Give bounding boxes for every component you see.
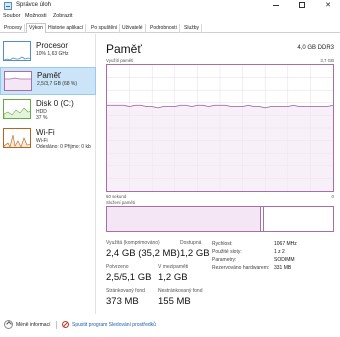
- stat-cached-value: 1,2 GB: [158, 272, 188, 283]
- minimize-icon: [273, 4, 279, 6]
- stat-nonpaged-pool-value: 155 MB: [158, 296, 191, 307]
- sidebar-title-disk: Disk 0 (C:): [36, 99, 74, 108]
- menu-view[interactable]: Zobrazit: [53, 13, 72, 19]
- stat-in-use-label: Využitá (komprimováno): [106, 240, 160, 246]
- sidebar-item-memory[interactable]: Paměť 2,5/3,7 GB (68 %): [0, 67, 96, 95]
- cpu-graph-icon: [3, 41, 31, 61]
- memory-capacity: 4,0 GB DDR3: [297, 45, 334, 51]
- sidebar-sub-memory: 2,5/3,7 GB (68 %): [37, 81, 78, 87]
- minimize-button[interactable]: [266, 0, 286, 12]
- tab-processes[interactable]: Procesy: [2, 24, 26, 33]
- memory-composition-label: Složení paměti: [106, 200, 136, 205]
- memory-composition-modified: [262, 207, 264, 231]
- sidebar-item-cpu[interactable]: Procesor 10% 1,63 GHz: [0, 38, 96, 66]
- prop-form-factor-key: Parametry:: [212, 257, 237, 263]
- menu-bar: Soubor Možnosti Zobrazit: [0, 12, 340, 22]
- stat-paged-pool-value: 373 MB: [106, 296, 139, 307]
- close-icon: ✕: [325, 2, 331, 9]
- memory-usage-chart: [107, 65, 334, 191]
- maximize-button[interactable]: [292, 0, 312, 12]
- prop-form-factor-value: SODIMM: [274, 257, 295, 263]
- tab-bar: Procesy Výkon Historie aplikací Po spušt…: [0, 22, 340, 33]
- stat-committed-value: 2,5/5,1 GB: [106, 272, 152, 283]
- tab-app-history[interactable]: Historie aplikací: [46, 24, 87, 33]
- prop-slots-value: 1 z 2: [274, 249, 285, 255]
- tab-details[interactable]: Podrobnosti: [148, 24, 180, 33]
- tab-performance[interactable]: Výkon: [26, 23, 46, 33]
- sidebar-title-wifi: Wi-Fi: [36, 128, 55, 137]
- stat-available-label: Dostupná: [180, 240, 202, 246]
- sidebar-title-cpu: Procesor: [36, 41, 69, 50]
- stat-cached-label: V mezipaměti: [158, 264, 189, 270]
- memory-thumb-graph: [5, 77, 31, 90]
- prop-speed-value: 1067 MHz: [274, 241, 297, 247]
- sidebar-title-memory: Paměť: [37, 71, 61, 80]
- close-button[interactable]: ✕: [318, 0, 338, 12]
- tab-services[interactable]: Služby: [182, 24, 203, 33]
- memory-composition-bar: [106, 206, 334, 232]
- resource-monitor-icon: [62, 321, 69, 328]
- prop-hardware-reserved-value: 331 MB: [274, 265, 292, 271]
- disk-graph-icon: [3, 99, 31, 119]
- chevron-up-icon[interactable]: [4, 320, 13, 329]
- network-graph-icon: [3, 128, 31, 148]
- sidebar-item-wifi[interactable]: Wi-Fi Wi-Fi Odesláno: 0 Přijmo: 0 kb: [0, 125, 96, 153]
- stat-nonpaged-pool-label: Nestránkovaný fond: [158, 288, 203, 294]
- performance-sidebar: Procesor 10% 1,63 GHz Paměť 2,5/3,7 GB (…: [0, 34, 96, 314]
- cpu-thumb-graph: [4, 56, 30, 60]
- window-title: Správce úloh: [16, 2, 52, 8]
- sidebar-sub-cpu: 10% 1,63 GHz: [36, 51, 69, 57]
- stat-committed-label: Potvrzeno: [106, 264, 129, 270]
- fewer-details-link[interactable]: Méně informací: [16, 322, 50, 328]
- memory-graph-icon: [4, 71, 32, 91]
- footer: Méně informací Spustit program Sledování…: [0, 318, 340, 334]
- menu-options[interactable]: Možnosti: [25, 13, 47, 19]
- tab-startup[interactable]: Po spuštění: [89, 24, 121, 33]
- footer-divider: [56, 321, 57, 329]
- memory-details-panel: Paměť 4,0 GB DDR3 Využití paměti 3,7 GB …: [104, 34, 340, 314]
- memory-usage-area: [107, 105, 333, 191]
- menu-file[interactable]: Soubor: [3, 13, 20, 19]
- page-title: Paměť: [106, 42, 142, 56]
- prop-speed-key: Rychlost:: [212, 241, 233, 247]
- prop-slots-key: Použité sloty:: [212, 249, 242, 255]
- stat-available-value: 1,2 GB: [180, 248, 210, 259]
- memory-usage-label: Využití paměti: [106, 58, 134, 63]
- resource-monitor-link[interactable]: Spustit program Sledování prostředků: [72, 322, 156, 328]
- memory-composition-in-use: [107, 207, 261, 231]
- tab-users[interactable]: Uživatelé: [120, 24, 146, 33]
- title-bar: Správce úloh ✕: [0, 0, 340, 12]
- sidebar-item-disk[interactable]: Disk 0 (C:) HDD 37 %: [0, 96, 96, 124]
- maximize-icon: [299, 2, 305, 9]
- stat-in-use-value: 2,4 GB (35,2 MB): [106, 248, 180, 259]
- sidebar-sub-wifi-throughput: Odesláno: 0 Přijmo: 0 kb: [36, 144, 91, 150]
- task-manager-icon: [4, 2, 12, 10]
- memory-usage-graph: [106, 64, 334, 192]
- disk-thumb-graph: [4, 107, 30, 118]
- stat-paged-pool-label: Stránkovaný fond: [106, 288, 145, 294]
- prop-hardware-reserved-key: Rezervováno hardwarem:: [212, 265, 270, 271]
- memory-usage-max: 3,7 GB: [320, 58, 334, 63]
- graph-axis-zero: 0: [331, 194, 334, 199]
- sidebar-sub-disk-usage: 37 %: [36, 115, 48, 121]
- graph-axis-time: 60 sekund: [106, 194, 127, 199]
- wifi-thumb-graph: [4, 134, 30, 147]
